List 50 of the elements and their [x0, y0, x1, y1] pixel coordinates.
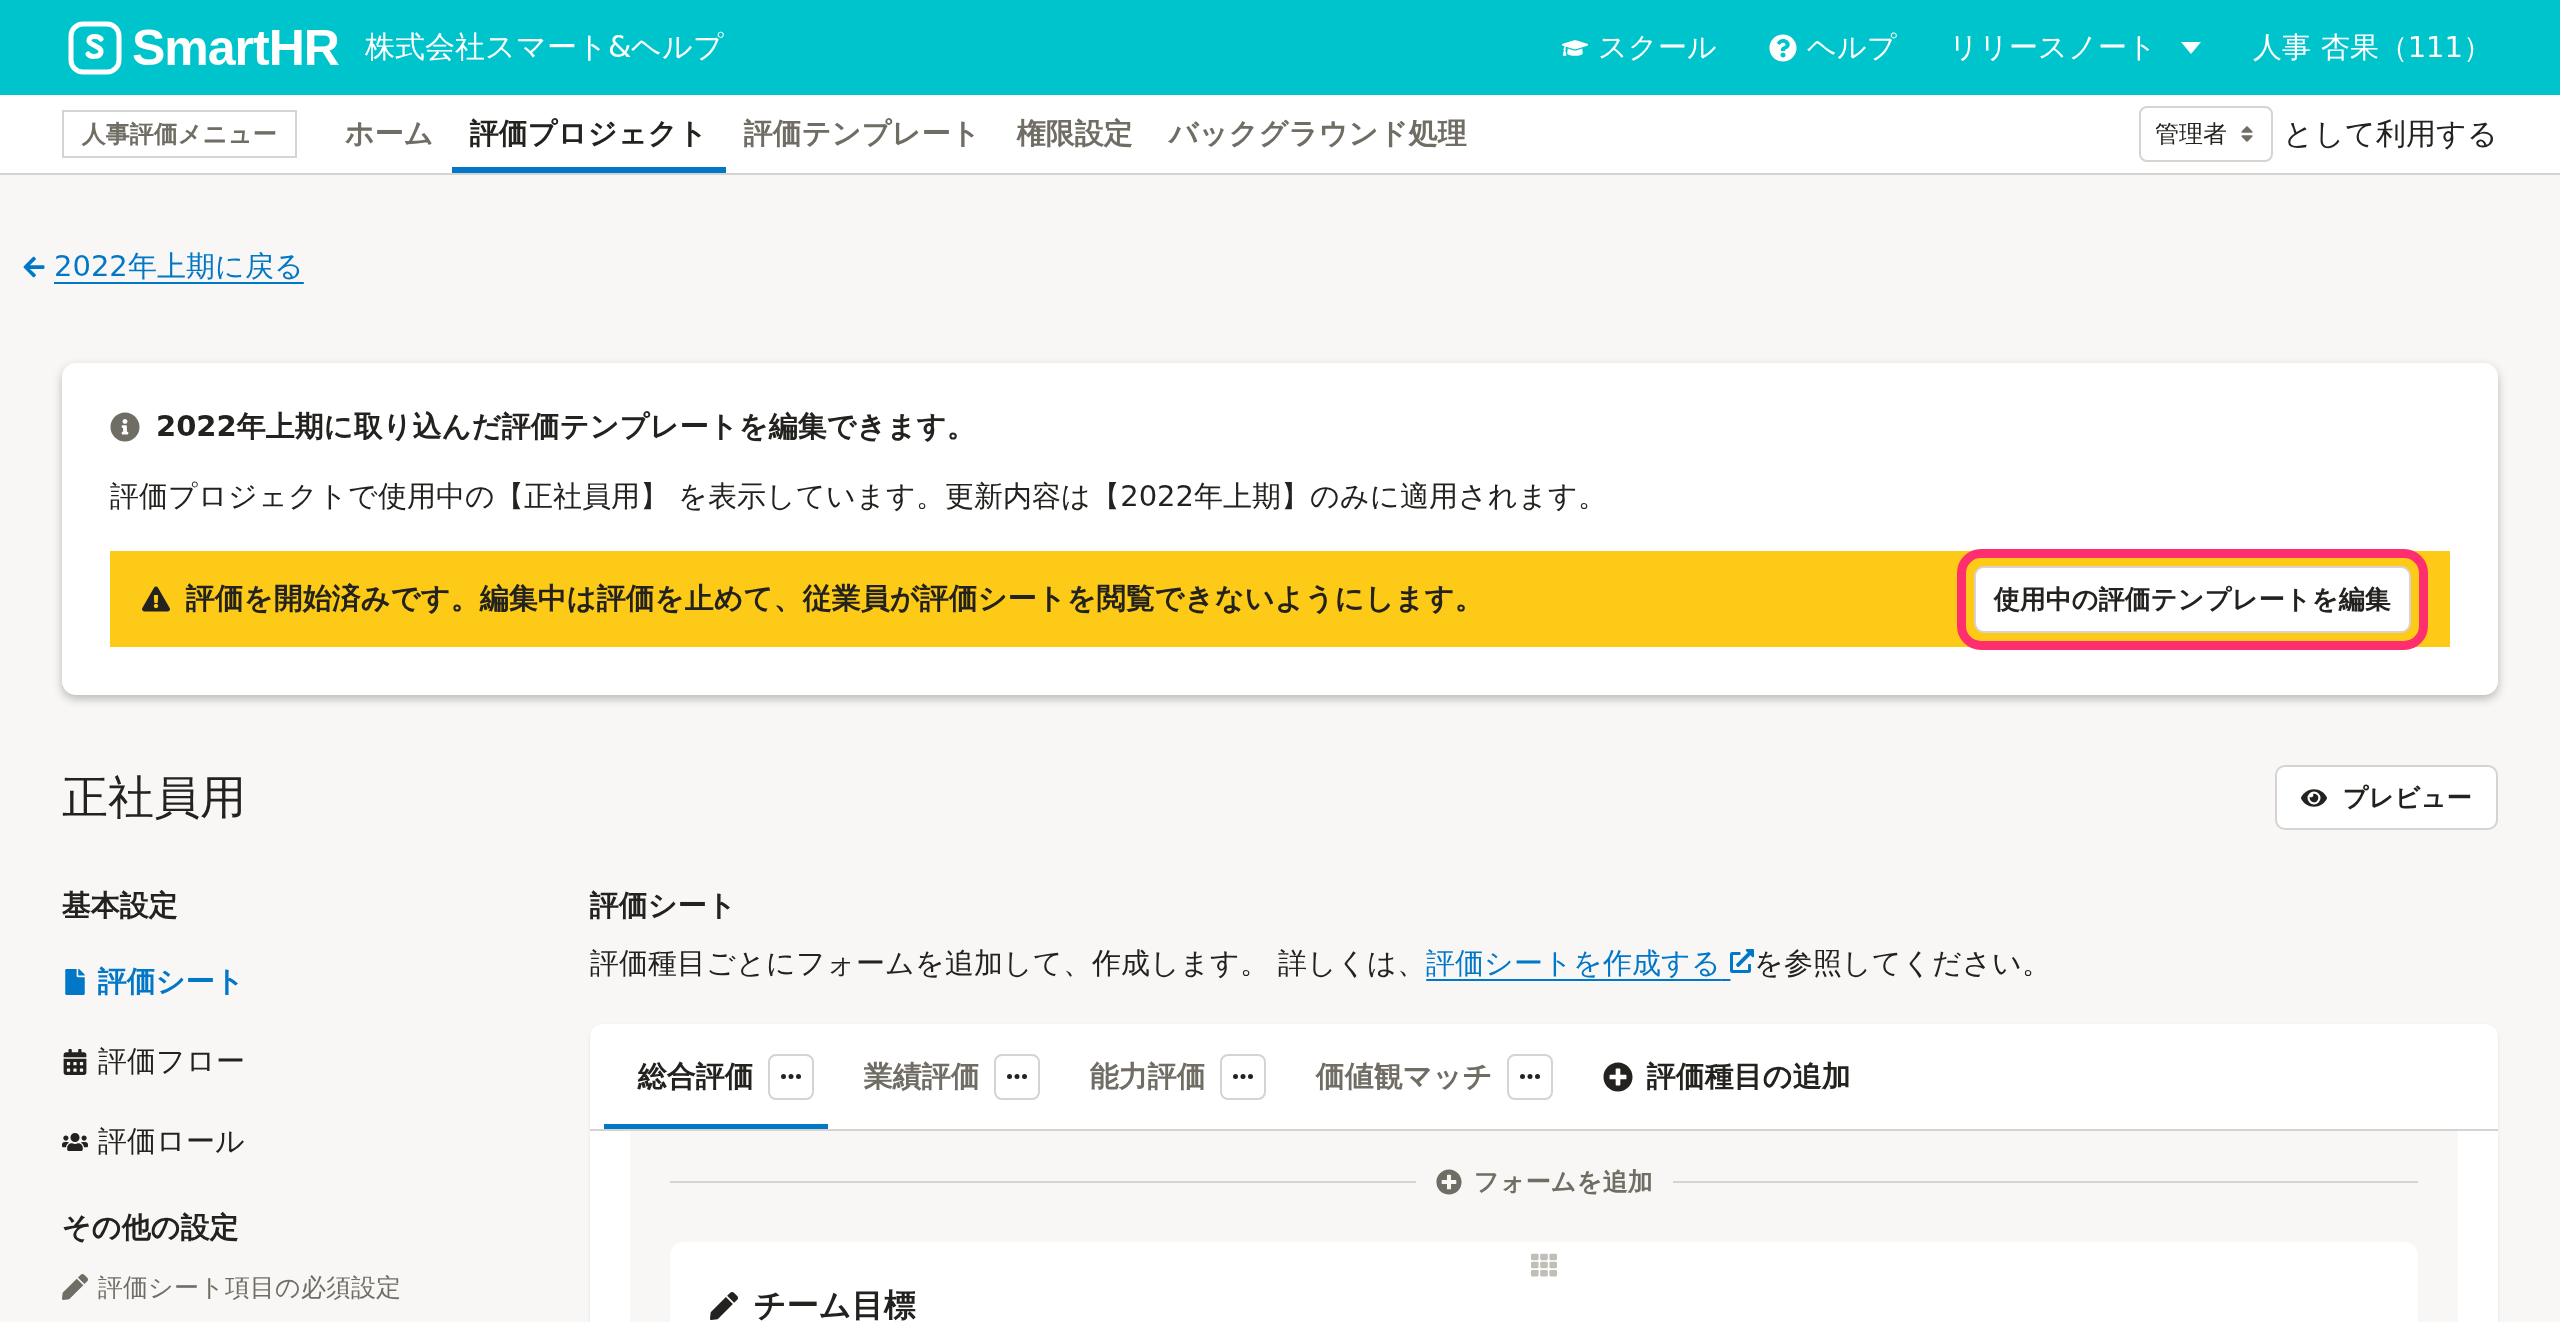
nav-tab[interactable]: 評価テンプレート — [726, 95, 999, 173]
ellipsis-icon — [1233, 1074, 1253, 1079]
edit-template-button[interactable]: 使用中の評価テンプレートを編集 — [1974, 565, 2411, 633]
arrow-left-icon — [22, 255, 46, 279]
back-link[interactable]: 2022年上期に戻る — [22, 247, 304, 287]
caret-icon — [2181, 41, 2202, 54]
add-form-button[interactable]: フォームを追加 — [1435, 1165, 1653, 1198]
ellipsis-icon — [1520, 1074, 1540, 1079]
add-category-button[interactable]: 評価種目の追加 — [1603, 1024, 1851, 1129]
sidebar-item[interactable]: 評価シート — [62, 942, 590, 1022]
nav-tab[interactable]: バックグラウンド処理 — [1151, 95, 1485, 173]
section-heading: 評価シート — [590, 887, 738, 924]
sidebar-heading: その他の設定 — [62, 1209, 240, 1246]
menu-label: 人事評価メニュー — [62, 110, 297, 158]
notice-text: 評価プロジェクトで使用中の【正社員用】 を表示しています。更新内容は【2022年上期】のみに適用されます。 — [110, 478, 1609, 515]
drag-handle-icon[interactable] — [1531, 1252, 1557, 1278]
form-title: チーム目標 — [754, 1285, 916, 1322]
warning-text: 評価を開始済みです。編集中は評価を止めて、従業員が評価シートを閲覧できないようにします。 — [186, 580, 1484, 617]
nav-tab[interactable]: ホーム — [327, 95, 452, 173]
more-button[interactable] — [994, 1053, 1040, 1100]
ellipsis-icon — [781, 1074, 801, 1079]
file-icon — [62, 969, 88, 995]
warning-icon — [142, 585, 170, 613]
section-description: 評価種目ごとにフォームを追加して、作成します。 詳しくは、評価シートを作成する を参照してください。 — [590, 945, 2053, 982]
info-icon — [110, 412, 140, 442]
calendar-icon — [62, 1049, 88, 1075]
more-button[interactable] — [1220, 1053, 1266, 1100]
sidebar-heading: 基本設定 — [62, 887, 179, 924]
pencil-icon — [62, 1274, 88, 1300]
sidebar-item[interactable]: 評価フロー — [62, 1022, 590, 1102]
category-tab[interactable]: 業績評価 — [830, 1024, 1054, 1129]
pencil-icon — [710, 1292, 738, 1320]
help-link[interactable]: 評価シートを作成する — [1426, 946, 1755, 980]
role-suffix: として利用する — [2283, 114, 2498, 153]
logo-icon — [68, 20, 122, 75]
company-name: 株式会社スマート&ヘルプ — [364, 28, 725, 66]
more-button[interactable] — [768, 1053, 814, 1100]
sidebar-item[interactable]: 評価ロール — [62, 1102, 590, 1182]
external-link-icon — [1730, 949, 1755, 973]
preview-button[interactable]: プレビュー — [2275, 765, 2498, 830]
role-select[interactable]: 管理者 — [2139, 106, 2273, 162]
nav-tab[interactable]: 評価プロジェクト — [452, 95, 726, 173]
ellipsis-icon — [1007, 1074, 1027, 1079]
page-title: 正社員用 — [62, 768, 246, 826]
more-button[interactable] — [1507, 1053, 1553, 1100]
nav-tab[interactable]: 権限設定 — [999, 95, 1151, 173]
help-icon — [1769, 33, 1798, 62]
notice-title: 2022年上期に取り込んだ評価テンプレートを編集できます。 — [156, 408, 976, 445]
category-tab[interactable]: 価値観マッチ — [1282, 1024, 1567, 1129]
category-tab[interactable]: 能力評価 — [1056, 1024, 1280, 1129]
